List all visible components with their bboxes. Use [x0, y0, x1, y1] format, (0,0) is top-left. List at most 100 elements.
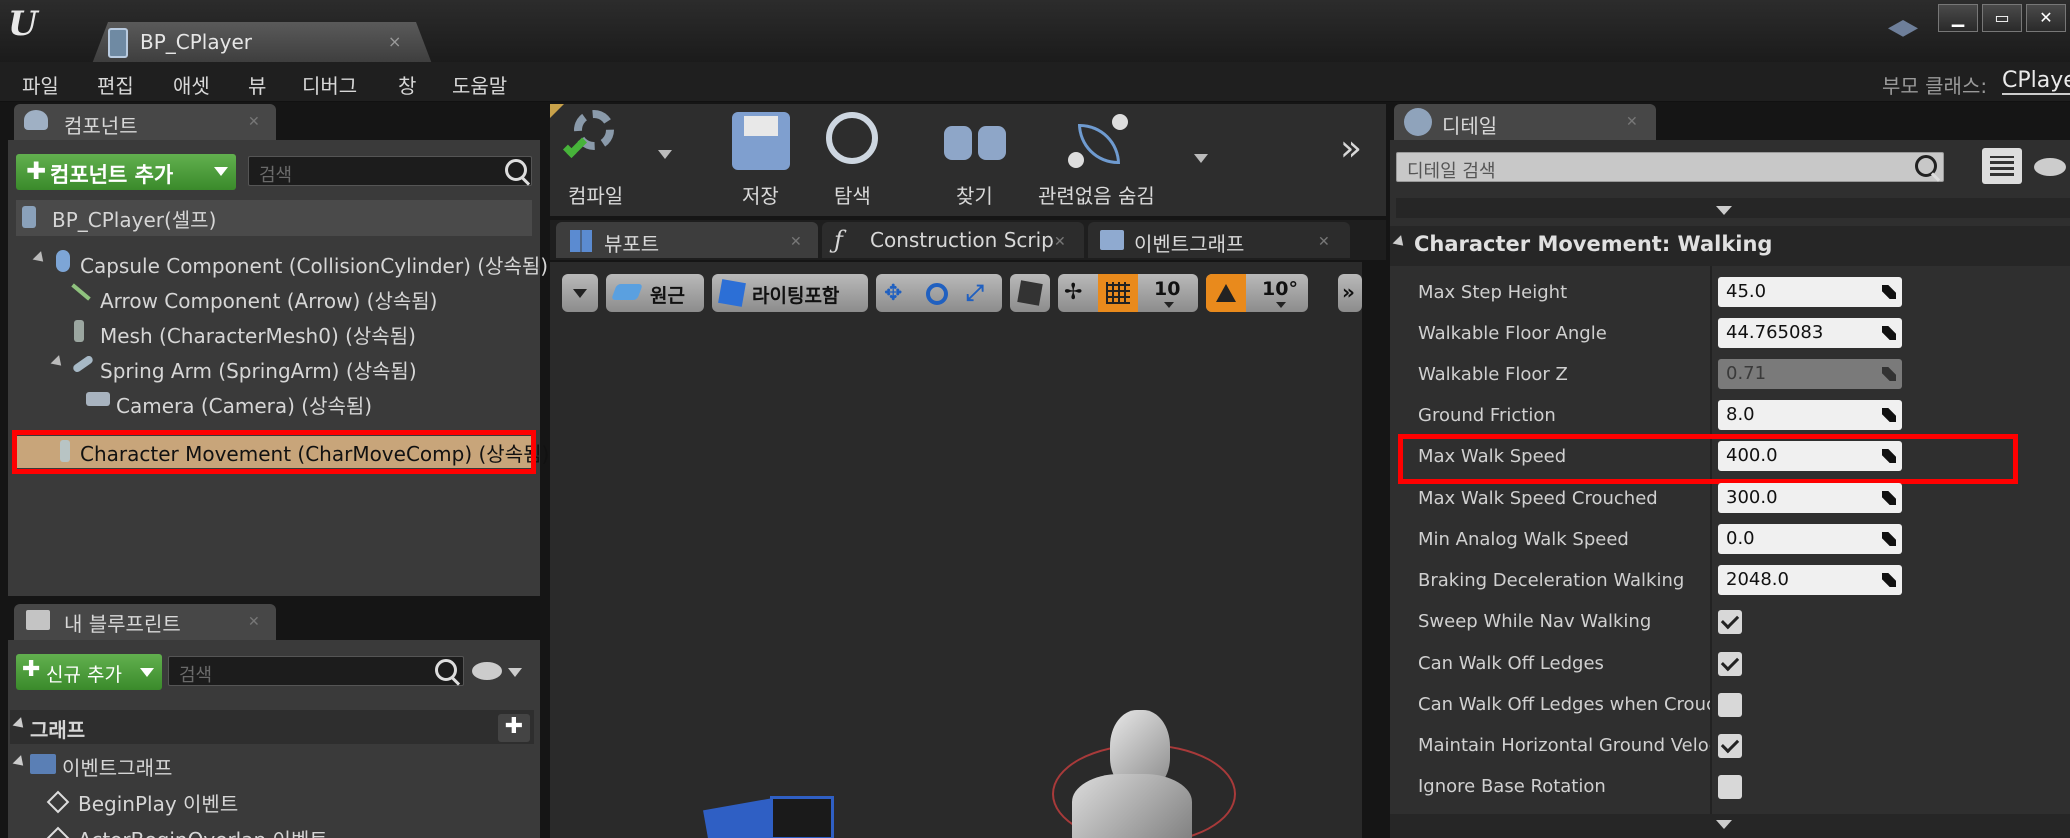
expand-down-icon[interactable] — [1716, 206, 1732, 215]
eye-icon[interactable] — [472, 662, 502, 680]
prop-label: Can Walk Off Ledges when Crouch — [1418, 694, 1710, 715]
find-button[interactable]: 찾기 — [956, 180, 993, 209]
menu-edit[interactable]: 편집 — [97, 70, 134, 99]
add-new-button[interactable]: ✚ 신규 추가 — [16, 654, 162, 690]
scroll-hint — [1396, 198, 2070, 218]
menu-help[interactable]: 도움말 — [452, 70, 507, 99]
drag-spin-icon[interactable] — [1882, 408, 1896, 422]
ground-friction-field[interactable]: 8.0 — [1718, 400, 1902, 430]
menu-view[interactable]: 뷰 — [248, 70, 266, 99]
menu-debug[interactable]: 디버그 — [302, 70, 357, 99]
close-window-button[interactable]: ✕ — [2026, 4, 2066, 32]
viewport-more-button[interactable]: » — [1338, 274, 1362, 312]
viewport[interactable] — [550, 262, 1362, 838]
walk-off-ledges-crouch-checkbox[interactable] — [1718, 693, 1742, 717]
browse-button[interactable]: 탐색 — [834, 180, 871, 209]
expand-down-icon[interactable] — [1716, 820, 1732, 829]
component-search-input[interactable]: 검색 — [248, 156, 532, 186]
save-button[interactable]: 저장 — [742, 180, 779, 209]
capsule-icon — [56, 250, 70, 272]
viewport-options-button[interactable] — [562, 274, 598, 312]
tree-item-camera[interactable]: Camera (Camera) (상속됨) — [116, 390, 372, 419]
save-icon[interactable] — [732, 112, 790, 170]
compile-icon[interactable] — [562, 110, 622, 170]
tab-viewport[interactable] — [556, 222, 818, 258]
menu-file[interactable]: 파일 — [22, 70, 59, 99]
grid-snap-value[interactable]: 10 — [1154, 278, 1180, 300]
world-local-icon[interactable]: ✢ — [1064, 280, 1082, 305]
walkable-floor-angle-field[interactable]: 44.765083 — [1718, 318, 1902, 348]
menu-asset[interactable]: 애셋 — [173, 70, 210, 99]
prop-label: Walkable Floor Z — [1418, 364, 1568, 385]
details-tab[interactable] — [1394, 104, 1656, 140]
hide-unrelated-chevron-icon[interactable] — [1194, 154, 1208, 163]
tree-item-spring-arm[interactable]: Spring Arm (SpringArm) (상속됨) — [100, 355, 417, 384]
grid-snap-icon[interactable] — [1098, 274, 1138, 312]
min-analog-walk-speed-field[interactable]: 0.0 — [1718, 524, 1902, 554]
hide-unrelated-icon[interactable] — [1064, 112, 1134, 172]
perspective-button[interactable]: 원근 — [606, 274, 704, 312]
maximize-button[interactable]: ▭ — [1982, 4, 2022, 32]
mannequin-body[interactable] — [1072, 774, 1192, 838]
drag-spin-icon[interactable] — [1882, 285, 1896, 299]
sweep-nav-walking-checkbox[interactable] — [1718, 610, 1742, 634]
compile-options-chevron-icon[interactable] — [658, 150, 672, 159]
drag-spin-icon[interactable] — [1882, 573, 1896, 587]
toolbar-more-icon[interactable]: » — [1340, 128, 1362, 169]
close-tab-icon[interactable]: ✕ — [1318, 234, 1330, 250]
rotate-icon[interactable] — [926, 283, 948, 305]
blueprint-search-placeholder: 검색 — [179, 665, 213, 686]
lit-mode-button[interactable]: 라이팅포함 — [712, 274, 868, 312]
close-tab-icon[interactable]: ✕ — [790, 234, 802, 250]
hide-unrelated-button[interactable]: 관련없음 숨김 — [1038, 180, 1155, 209]
close-panel-icon[interactable]: ✕ — [248, 614, 260, 630]
unreal-logo-icon[interactable]: U — [8, 4, 52, 48]
property-matrix-icon[interactable] — [1982, 148, 2022, 184]
drag-spin-icon[interactable] — [1882, 491, 1896, 505]
event-item[interactable]: BeginPlay 이벤트 — [78, 788, 238, 817]
close-tab-icon[interactable]: ✕ — [1054, 234, 1066, 250]
close-tab-icon[interactable]: × — [388, 32, 401, 51]
compile-button[interactable]: 컴파일 — [568, 180, 623, 209]
graph-section-header[interactable] — [10, 710, 534, 744]
chevron-down-icon[interactable] — [508, 668, 522, 677]
event-item[interactable]: ActorBeginOverlap 이벤트 — [78, 824, 328, 838]
blueprint-search-input[interactable]: 검색 — [168, 656, 464, 686]
binoculars-icon[interactable] — [944, 118, 1008, 162]
rotation-snap-value[interactable]: 10° — [1262, 278, 1298, 300]
braking-deceleration-field[interactable]: 2048.0 — [1718, 565, 1902, 595]
browse-magnifier-icon[interactable] — [826, 112, 878, 164]
search-icon[interactable] — [1915, 155, 1937, 177]
menu-window[interactable]: 창 — [398, 70, 416, 99]
drag-spin-icon[interactable] — [1882, 326, 1896, 340]
tree-item-capsule[interactable]: Capsule Component (CollisionCylinder) (상… — [80, 250, 548, 279]
tree-item-arrow[interactable]: Arrow Component (Arrow) (상속됨) — [100, 285, 437, 314]
event-graph-item[interactable]: 이벤트그래프 — [62, 752, 172, 781]
highlight-box — [1398, 434, 2018, 484]
maintain-horizontal-velocity-checkbox[interactable] — [1718, 734, 1742, 758]
add-component-button[interactable]: ✚ 컴포넌트 추가 — [16, 154, 236, 190]
surface-snap-button[interactable] — [1010, 274, 1050, 312]
field-value: 44.765083 — [1726, 322, 1824, 343]
tree-item-mesh[interactable]: Mesh (CharacterMesh0) (상속됨) — [100, 320, 416, 349]
can-walk-off-ledges-checkbox[interactable] — [1718, 652, 1742, 676]
scale-icon[interactable]: ⤢ — [966, 281, 984, 306]
move-icon[interactable]: ✥ — [884, 281, 902, 306]
column-splitter[interactable] — [1710, 266, 1712, 826]
parent-class-link[interactable]: CPlaye — [2002, 68, 2070, 95]
rotation-snap-icon[interactable] — [1206, 274, 1246, 312]
cube-icon — [1017, 280, 1043, 306]
close-panel-icon[interactable]: ✕ — [1626, 114, 1638, 130]
ignore-base-rotation-checkbox[interactable] — [1718, 775, 1742, 799]
close-panel-icon[interactable]: ✕ — [248, 114, 260, 130]
minimize-button[interactable]: ▁ — [1938, 4, 1978, 32]
max-step-height-field[interactable]: 45.0 — [1718, 277, 1902, 307]
add-graph-button[interactable]: ✚ — [498, 714, 530, 742]
search-icon[interactable] — [505, 159, 527, 181]
max-walk-speed-crouched-field[interactable]: 300.0 — [1718, 483, 1902, 513]
drag-spin-icon[interactable] — [1882, 532, 1896, 546]
eye-icon[interactable] — [2034, 158, 2066, 176]
search-icon[interactable] — [435, 659, 457, 681]
details-search-input[interactable]: 디테일 검색 — [1396, 152, 1944, 182]
components-tab[interactable] — [14, 104, 276, 140]
